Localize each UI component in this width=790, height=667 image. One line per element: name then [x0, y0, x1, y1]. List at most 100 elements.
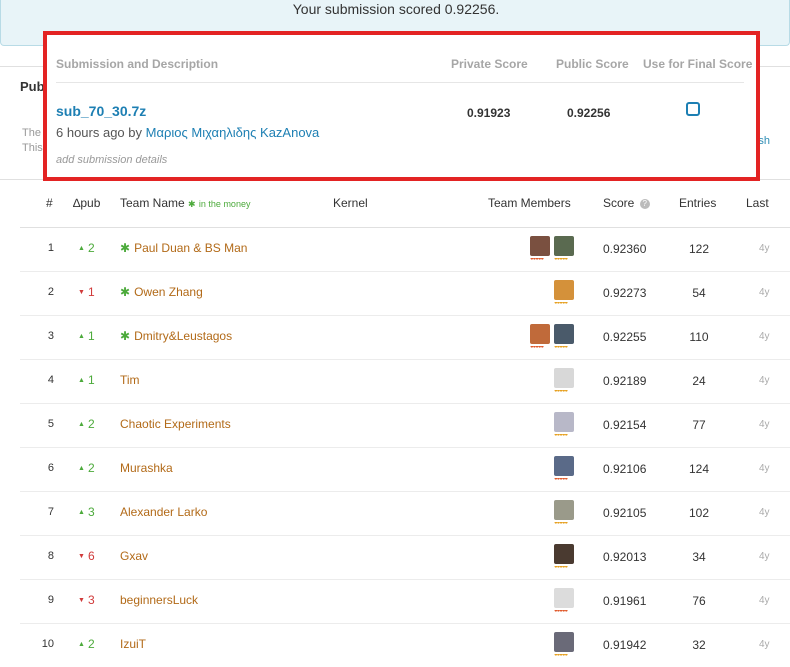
entries-value: 54 — [692, 286, 706, 300]
table-row: 8 ▼ 6 Gxav ●●●●● 0.92013 34 4y — [20, 536, 790, 580]
score-info-icon[interactable]: ? — [639, 199, 650, 209]
delta-pub: ▼ 1 — [78, 285, 95, 299]
arrow-up-icon: ▲ — [78, 509, 85, 516]
team-name-link[interactable]: Tim — [120, 373, 140, 387]
public-score-value: 0.92256 — [567, 106, 611, 120]
entries-value: 32 — [692, 638, 706, 652]
team-name-link[interactable]: Chaotic Experiments — [120, 417, 231, 431]
submission-author-link[interactable]: Μαριος Μιχαηλιδης KazAnova — [146, 125, 320, 140]
col-team-name: Team Name ✱ in the money — [120, 196, 250, 210]
score-value: 0.92106 — [603, 462, 647, 476]
avatar[interactable]: ●●●●● — [554, 280, 574, 305]
team-members: ●●●●● — [550, 412, 574, 440]
submission-time: 6 hours ago by — [56, 125, 146, 140]
score-value: 0.91942 — [603, 638, 647, 652]
avatar[interactable]: ●●●●● — [554, 236, 574, 261]
rank-value: 7 — [47, 506, 54, 518]
team-name-link[interactable]: Gxav — [120, 549, 148, 563]
last-submission: 4y — [759, 507, 770, 518]
arrow-up-icon: ▲ — [78, 421, 85, 428]
score-value: 0.92273 — [603, 286, 647, 300]
tier-dots: ●●●●● — [554, 390, 568, 393]
avatar[interactable]: ●●●●● — [554, 632, 574, 657]
team-name: Tim — [120, 373, 140, 387]
header-private-score: Private Score — [451, 57, 528, 71]
score-value: 0.92189 — [603, 374, 647, 388]
tier-dots: ●●●●● — [554, 434, 568, 437]
team-members: ●●●●● — [550, 500, 574, 528]
entries-value: 122 — [688, 242, 710, 256]
arrow-up-icon: ▲ — [78, 333, 85, 340]
last-submission: 4y — [759, 463, 770, 474]
background-text-line1: The — [22, 127, 41, 139]
team-name: beginnersLuck — [120, 593, 199, 607]
background-text-line2: This — [22, 142, 43, 154]
team-name: Chaotic Experiments — [120, 417, 231, 431]
avatar[interactable]: ●●●●● — [554, 544, 574, 569]
delta-value: 3 — [87, 593, 95, 607]
last-submission: 4y — [759, 595, 770, 606]
team-name-link[interactable]: IzuiT — [120, 637, 146, 651]
avatar[interactable]: ●●●●● — [530, 324, 550, 349]
tier-dots: ●●●●● — [554, 566, 568, 569]
team-name-link[interactable]: ✱ Dmitry&Leustagos — [120, 329, 232, 343]
table-row: 10 ▲ 2 IzuiT ●●●●● 0.91942 32 4y — [20, 624, 790, 667]
team-members: ●●●●● ●●●●● — [526, 324, 574, 352]
submission-name-link[interactable]: sub_70_30.7z — [56, 103, 146, 119]
avatar[interactable]: ●●●●● — [554, 588, 574, 613]
leaderboard-header: # ∆pub Team Name ✱ in the money Kernel T… — [20, 181, 790, 228]
avatar[interactable]: ●●●●● — [554, 456, 574, 481]
popup-divider — [56, 82, 744, 83]
arrow-up-icon: ▲ — [78, 465, 85, 472]
avatar[interactable]: ●●●●● — [530, 236, 550, 261]
tier-dots: ●●●●● — [530, 346, 544, 349]
table-row: 7 ▲ 3 Alexander Larko ●●●●● 0.92105 102 4y — [20, 492, 790, 536]
last-submission: 4y — [759, 287, 770, 298]
tier-dots: ●●●●● — [554, 478, 568, 481]
tier-dots: ●●●●● — [530, 258, 544, 261]
team-name-link[interactable]: ✱ Owen Zhang — [120, 285, 203, 299]
team-name-link[interactable]: beginnersLuck — [120, 593, 198, 607]
rank-value: 5 — [47, 418, 54, 430]
background-link[interactable]: sh — [758, 135, 770, 147]
avatar[interactable]: ●●●●● — [554, 500, 574, 525]
use-for-final-score-checkbox[interactable] — [686, 102, 700, 116]
avatar[interactable]: ●●●●● — [554, 412, 574, 437]
team-name-link[interactable]: Alexander Larko — [120, 505, 207, 519]
team-members: ●●●●● — [550, 544, 574, 572]
entries-value: 77 — [692, 418, 706, 432]
team-name-link[interactable]: Murashka — [120, 461, 173, 475]
last-submission: 4y — [759, 331, 770, 342]
entries-value: 34 — [692, 550, 706, 564]
last-submission: 4y — [759, 551, 770, 562]
team-name-link[interactable]: ✱ Paul Duan & BS Man — [120, 241, 247, 255]
add-submission-details-link[interactable]: add submission details — [56, 154, 167, 166]
delta-pub: ▲ 1 — [78, 329, 95, 343]
arrow-down-icon: ▼ — [78, 597, 85, 604]
arrow-down-icon: ▼ — [78, 289, 85, 296]
avatar[interactable]: ●●●●● — [554, 368, 574, 393]
in-the-money-star-icon: ✱ — [120, 241, 131, 255]
team-name: Dmitry&Leustagos — [134, 329, 233, 343]
last-submission: 4y — [759, 639, 770, 650]
delta-value: 3 — [87, 505, 95, 519]
delta-pub: ▲ 2 — [78, 637, 95, 651]
delta-pub: ▲ 2 — [78, 417, 95, 431]
avatar[interactable]: ●●●●● — [554, 324, 574, 349]
rank-value: 3 — [47, 330, 54, 342]
table-row: 5 ▲ 2 Chaotic Experiments ●●●●● 0.92154 77 4y — [20, 404, 790, 448]
tier-dots: ●●●●● — [554, 654, 568, 657]
tier-dots: ●●●●● — [554, 610, 568, 613]
delta-value: 6 — [87, 549, 95, 563]
col-kernel: Kernel — [333, 196, 368, 210]
score-value: 0.92154 — [603, 418, 647, 432]
score-value: 0.92255 — [603, 330, 647, 344]
arrow-up-icon: ▲ — [78, 641, 85, 648]
table-row: 3 ▲ 1 ✱ Dmitry&Leustagos ●●●●● ●●●●● 0.92255 110… — [20, 316, 790, 360]
rank-value: 4 — [47, 374, 54, 386]
team-members: ●●●●● — [550, 588, 574, 616]
delta-pub: ▼ 6 — [78, 549, 95, 563]
public-tab[interactable]: Pub — [20, 79, 45, 94]
delta-value: 2 — [87, 637, 95, 651]
last-submission: 4y — [759, 419, 770, 430]
